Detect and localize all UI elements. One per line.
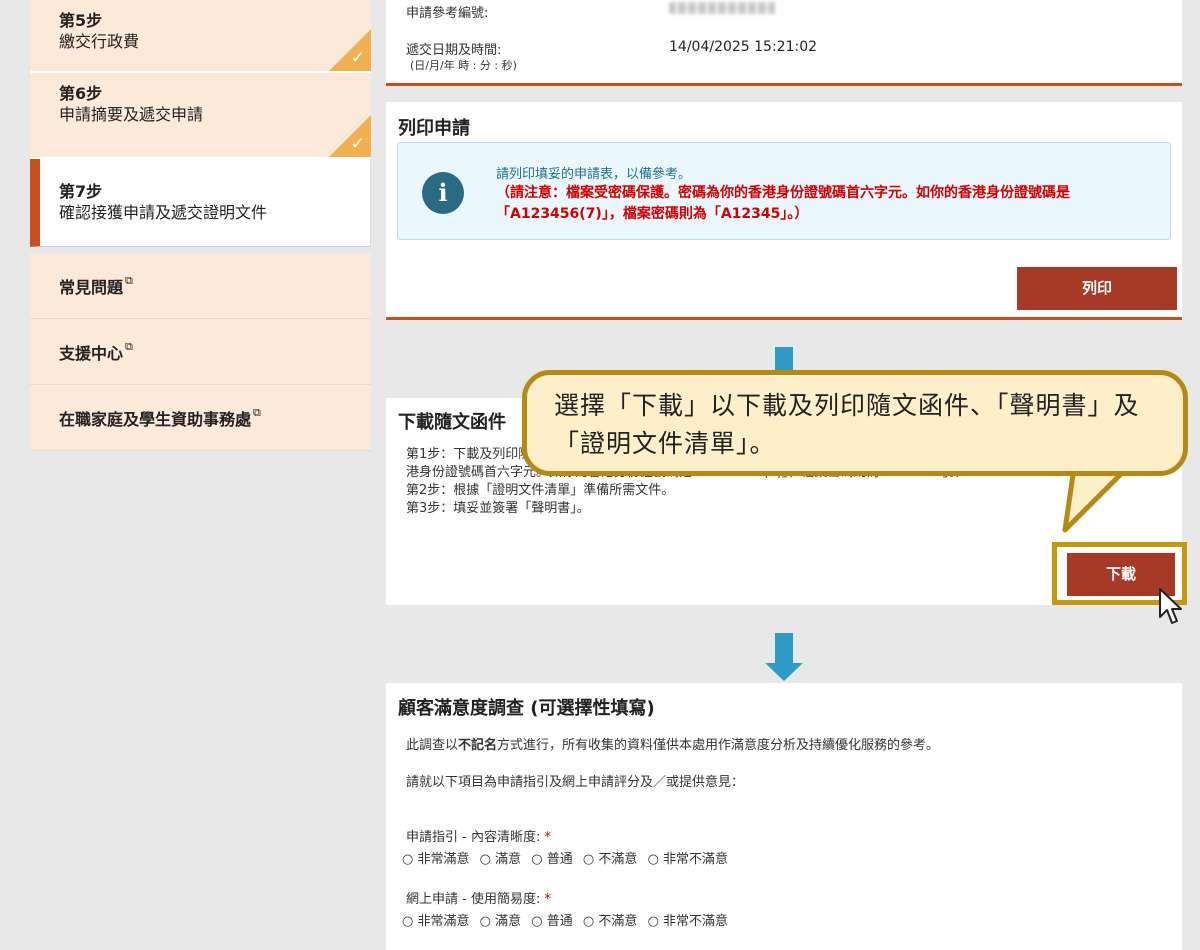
print-button[interactable]: 列印 (1017, 267, 1177, 310)
download-step-3: 第3步：填妥並簽署「聲明書」。 (406, 501, 590, 516)
print-application-panel: 列印申請 i 請列印填妥的申請表，以備參考。 （請注意：檔案受密碼保護。密碼為你… (386, 102, 1182, 320)
support-centre-link[interactable]: 支援中心 ⧉ (30, 319, 371, 385)
redacted-value (669, 2, 775, 14)
radio-satisfied[interactable]: ○ 滿意 (480, 852, 525, 867)
reference-number-value (669, 2, 775, 18)
external-link-icon: ⧉ (125, 339, 133, 353)
link-label: 在職家庭及學生資助事務處 (59, 409, 252, 429)
external-link-icon: ⧉ (253, 405, 261, 419)
radio-dissatisfied[interactable]: ○ 不滿意 (583, 852, 641, 867)
radio-very-dissatisfied[interactable]: ○ 非常不滿意 (648, 914, 732, 929)
instruction-callout: 選擇「下載」以下載及列印隨文函件、「聲明書」及 「證明文件清單」。 (522, 370, 1188, 476)
reference-number-label: 申請參考編號: (406, 6, 489, 21)
question-guide-clarity: 申請指引 - 內容清晰度: * (406, 830, 551, 845)
radio-very-satisfied[interactable]: ○ 非常滿意 (402, 914, 473, 929)
wfsfaa-link[interactable]: 在職家庭及學生資助事務處 ⧉ (30, 385, 371, 451)
checkmark-icon: ✓ (350, 134, 365, 154)
radio-very-satisfied[interactable]: ○ 非常滿意 (402, 852, 473, 867)
ease-of-use-radio-group: ○ 非常滿意 ○ 滿意 ○ 普通 ○ 不滿意 ○ 非常不滿意 (402, 910, 734, 929)
guide-clarity-radio-group: ○ 非常滿意 ○ 滿意 ○ 普通 ○ 不滿意 ○ 非常不滿意 (402, 848, 734, 867)
radio-average[interactable]: ○ 普通 (531, 852, 576, 867)
radio-dissatisfied[interactable]: ○ 不滿意 (583, 914, 641, 929)
survey-title: 顧客滿意度調查 (可選擇性填寫) (398, 698, 655, 719)
survey-instruction: 請就以下項目為申請指引及網上申請評分及／或提供意見： (406, 775, 745, 790)
survey-intro: 此調查以不記名方式進行，所有收集的資料僅供本處用作滿意度分析及持續優化服務的參考… (406, 738, 940, 753)
question-ease-of-use: 網上申請 - 使用簡易度: * (406, 892, 551, 907)
radio-very-dissatisfied[interactable]: ○ 非常不滿意 (648, 852, 732, 867)
submission-summary-panel: 申請參考編號: 遞交日期及時間: (日/月/年 時 : 分 : 秒) 14/04… (386, 0, 1182, 86)
download-step-2: 第2步：根據「證明文件清單」準備所需文件。 (406, 483, 675, 498)
link-label: 支援中心 (59, 343, 124, 363)
sidebar-links: 常見問題 ⧉ 支援中心 ⧉ 在職家庭及學生資助事務處 ⧉ (30, 253, 371, 451)
print-info-box: i 請列印填妥的申請表，以備參考。 （請注意：檔案受密碼保護。密碼為你的香港身份… (397, 142, 1171, 240)
mouse-pointer-icon (1159, 588, 1182, 624)
required-asterisk: * (544, 830, 551, 845)
print-instruction: 請列印填妥的申請表，以備參考。 (496, 167, 692, 182)
step-number: 第6步 (59, 84, 103, 103)
checkmark-icon: ✓ (350, 48, 365, 68)
radio-satisfied[interactable]: ○ 滿意 (480, 914, 525, 929)
link-label: 常見問題 (59, 277, 124, 297)
radio-average[interactable]: ○ 普通 (531, 914, 576, 929)
step-5[interactable]: 第5步 繳交行政費 ✓ (30, 0, 371, 73)
faq-link[interactable]: 常見問題 ⧉ (30, 253, 371, 319)
required-asterisk: * (544, 892, 551, 907)
print-section-title: 列印申請 (398, 118, 470, 139)
callout-line-2: 「證明文件清單」。 (554, 429, 776, 458)
step-label: 申請摘要及遞交申請 (59, 105, 204, 124)
sidebar: 第5步 繳交行政費 ✓ 第6步 申請摘要及遞交申請 ✓ 第7步 確認接獲申請及遞… (30, 0, 371, 451)
satisfaction-survey-panel: 顧客滿意度調查 (可選擇性填寫) 此調查以不記名方式進行，所有收集的資料僅供本處… (386, 683, 1182, 950)
step-6[interactable]: 第6步 申請摘要及遞交申請 ✓ (30, 73, 371, 159)
step-label: 確認接獲申請及遞交證明文件 (59, 203, 268, 222)
step-label: 繳交行政費 (59, 32, 140, 51)
password-notice: （請注意：檔案受密碼保護。密碼為你的香港身份證號碼首六字元。如你的香港身份證號碼… (496, 185, 1070, 222)
step-number: 第5步 (59, 11, 103, 30)
submit-time-label: 遞交日期及時間: (406, 43, 502, 58)
callout-line-1: 選擇「下載」以下載及列印隨文函件、「聲明書」及 (554, 391, 1140, 420)
download-section-title: 下載隨文函件 (398, 412, 506, 433)
submit-time-value: 14/04/2025 15:21:02 (669, 39, 818, 55)
step-number: 第7步 (59, 182, 103, 201)
submit-time-format: (日/月/年 時 : 分 : 秒) (410, 59, 517, 72)
flow-arrow-down-icon (765, 633, 803, 681)
external-link-icon: ⧉ (125, 273, 133, 287)
step-7-current[interactable]: 第7步 確認接獲申請及遞交證明文件 (30, 159, 371, 247)
info-icon: i (422, 172, 464, 214)
